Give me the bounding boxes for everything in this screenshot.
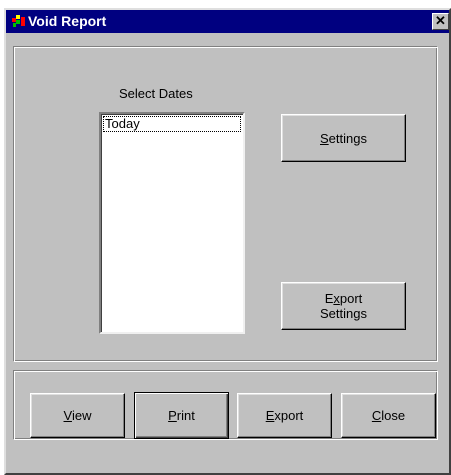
- close-access-key: C: [371, 408, 382, 423]
- title-bar[interactable]: Void Report ✕: [6, 10, 449, 33]
- view-button[interactable]: View: [30, 393, 125, 438]
- print-access-key: P: [168, 408, 177, 423]
- close-button[interactable]: Close: [341, 393, 436, 438]
- dates-listbox[interactable]: Today: [99, 112, 245, 334]
- close-label: lose: [381, 408, 406, 423]
- view-access-key: V: [63, 408, 72, 423]
- export-button[interactable]: Export: [237, 393, 332, 438]
- export-settings-button[interactable]: Export Settings: [281, 282, 406, 330]
- settings-label: ettings: [328, 130, 367, 146]
- print-label: rint: [176, 408, 195, 423]
- window-title: Void Report: [28, 13, 107, 29]
- close-icon[interactable]: ✕: [432, 13, 449, 30]
- print-button[interactable]: Print: [134, 392, 229, 439]
- settings-access-key: S: [320, 130, 329, 146]
- report-app-icon: [12, 15, 25, 27]
- settings-button[interactable]: Settings: [281, 114, 406, 162]
- view-label: iew: [71, 408, 92, 423]
- export-settings-label-post: port: [339, 291, 363, 306]
- export-label: xport: [274, 408, 304, 423]
- list-item-today[interactable]: Today: [103, 116, 241, 132]
- export-settings-label-line2: Settings: [320, 306, 367, 321]
- select-dates-label: Select Dates: [119, 86, 193, 101]
